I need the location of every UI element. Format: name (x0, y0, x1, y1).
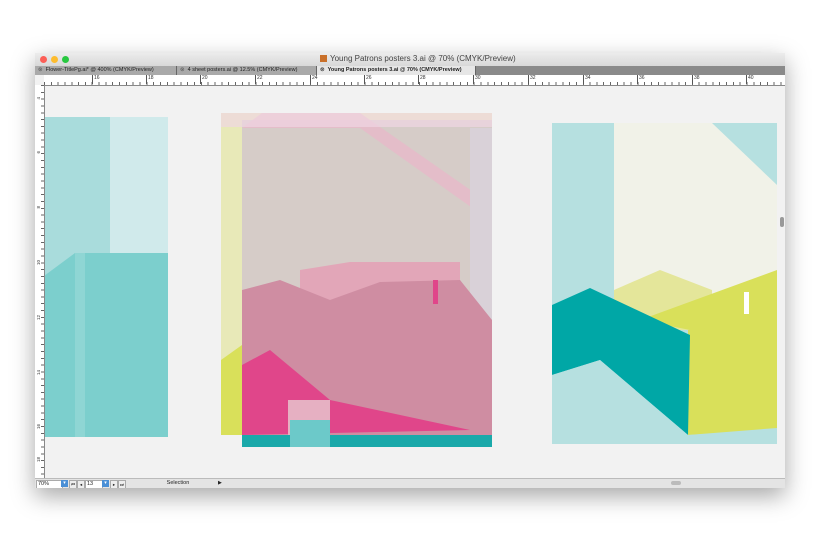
tab-label: Young Patrons posters 3.ai @ 70% (CMYK/P… (327, 67, 462, 73)
artboard-dropdown-button[interactable]: ▾ (102, 480, 109, 487)
ruler-label: 36 (637, 75, 645, 84)
ruler-label: 22 (255, 75, 263, 84)
ruler-label: 16 (36, 424, 41, 430)
ruler-label: 18 (36, 457, 41, 463)
ruler-label: 20 (200, 75, 208, 84)
close-tab-icon[interactable]: ⊗ (180, 67, 185, 73)
vertical-scrollbar[interactable] (780, 217, 784, 227)
tool-name: Selection (166, 480, 190, 486)
document-icon (320, 55, 327, 62)
zoom-button[interactable] (62, 56, 69, 63)
zoom-field[interactable]: 70% (36, 480, 63, 488)
ruler-label: 26 (364, 75, 372, 84)
tab-flower-titlepg[interactable]: ⊗ Flower-TitlePg.ai* @ 400% (CMYK/Preview… (35, 66, 177, 75)
artboard-middle[interactable] (221, 113, 492, 447)
artboard-left[interactable] (45, 117, 168, 437)
artboard-canvas[interactable] (45, 85, 780, 478)
status-menu-arrow-icon[interactable]: ▶ (218, 480, 222, 486)
current-tool[interactable]: Selection (128, 480, 228, 486)
ruler-label: 40 (746, 75, 754, 84)
tab-label: 4 sheet posters.ai @ 12.5% (CMYK/Preview… (187, 67, 298, 73)
tab-label: Flower-TitlePg.ai* @ 400% (CMYK/Preview) (45, 67, 154, 73)
window-title-text: Young Patrons posters 3.ai @ 70% (CMYK/P… (330, 54, 516, 63)
ruler-label: 24 (310, 75, 318, 84)
ruler-label: 14 (36, 370, 41, 376)
zoom-value: 70% (38, 481, 50, 487)
tab-young-patrons[interactable]: ⊗ Young Patrons posters 3.ai @ 70% (CMYK/… (317, 66, 476, 75)
tab-4-sheet-posters[interactable]: ⊗ 4 sheet posters.ai @ 12.5% (CMYK/Previe… (177, 66, 317, 75)
ruler-label: 12 (36, 315, 41, 321)
next-artboard-button[interactable]: ▸ (110, 480, 118, 488)
ruler-label: 6 (36, 151, 41, 154)
ruler-label: 30 (473, 75, 481, 84)
previous-artboard-button[interactable]: ◂ (77, 480, 85, 488)
ruler-label: 18 (146, 75, 154, 84)
ruler-label: 4 (36, 97, 41, 100)
last-artboard-button[interactable]: ⏭ (118, 480, 126, 488)
ruler-label: 34 (583, 75, 591, 84)
window-title: Young Patrons posters 3.ai @ 70% (CMYK/P… (320, 54, 516, 63)
ruler-label: 38 (692, 75, 700, 84)
ruler-label: 32 (528, 75, 536, 84)
first-artboard-button[interactable]: ⏮ (69, 480, 77, 488)
close-tab-icon[interactable]: ⊗ (320, 67, 325, 73)
horizontal-scrollbar[interactable] (671, 481, 681, 485)
close-button[interactable] (40, 56, 47, 63)
artboard-number-field[interactable]: 13 (85, 480, 103, 488)
illustrator-window: Young Patrons posters 3.ai @ 70% (CMYK/P… (35, 53, 785, 488)
title-bar: Young Patrons posters 3.ai @ 70% (CMYK/P… (35, 53, 785, 66)
document-tabs: ⊗ Flower-TitlePg.ai* @ 400% (CMYK/Preview… (35, 66, 785, 75)
ruler-label: 10 (36, 260, 41, 266)
artboard-number: 13 (87, 481, 94, 487)
ruler-label: 8 (36, 206, 41, 209)
ruler-label: 28 (418, 75, 426, 84)
minimize-button[interactable] (51, 56, 58, 63)
zoom-dropdown-button[interactable]: ▾ (61, 480, 68, 487)
vertical-ruler[interactable]: 4 6 8 10 12 14 16 18 (35, 85, 45, 478)
ruler-label: 16 (92, 75, 100, 84)
status-bar: 70% ▾ ⏮ ◂ 13 ▾ ▸ ⏭ Selection ▶ (35, 478, 785, 488)
close-tab-icon[interactable]: ⊗ (38, 67, 43, 73)
artboard-right[interactable] (552, 123, 777, 444)
